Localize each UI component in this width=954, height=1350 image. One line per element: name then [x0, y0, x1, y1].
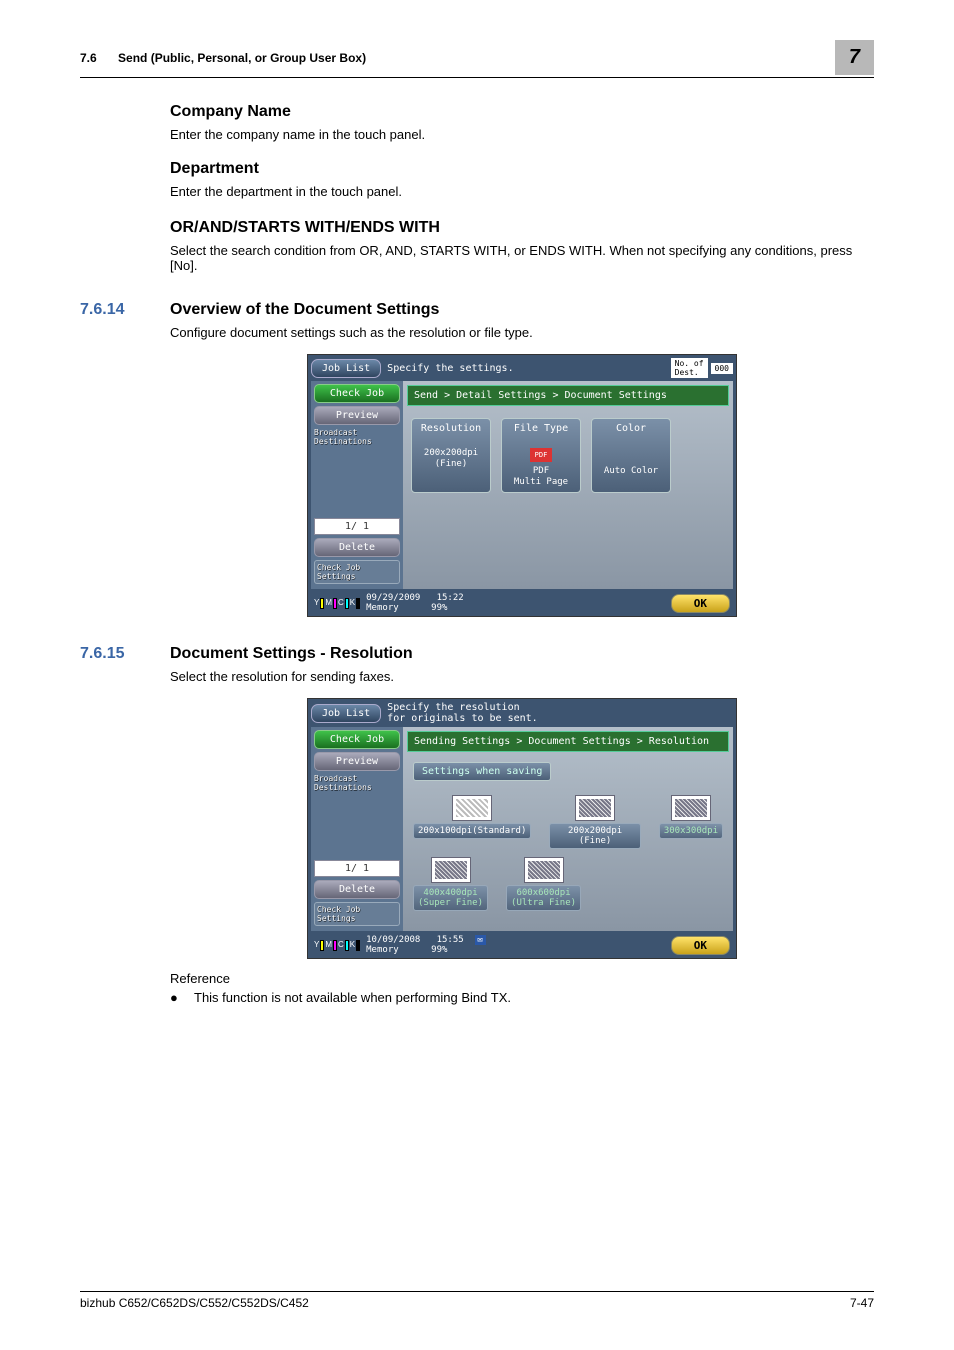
res-label: 200x200dpi (Fine) [549, 823, 640, 849]
section-number-7614: 7.6.14 [80, 301, 170, 319]
ok-button[interactable]: OK [671, 594, 730, 613]
text-company-name: Enter the company name in the touch pane… [170, 127, 874, 142]
screen-instruction: Specify the resolution for originals to … [387, 702, 733, 724]
mail-icon: ✉ [475, 935, 486, 945]
page-indicator: 1/ 1 [314, 860, 400, 877]
preview-button[interactable]: Preview [314, 406, 400, 425]
toner-indicator: Y M C K [314, 940, 360, 951]
text-7614: Configure document settings such as the … [170, 325, 874, 340]
ok-button[interactable]: OK [671, 936, 730, 955]
resolution-icon [671, 795, 711, 821]
screen-instruction: Specify the settings. [387, 363, 667, 374]
res-200x100-option[interactable]: 200x100dpi(Standard) [413, 795, 531, 849]
res-label: 300x300dpi [659, 823, 723, 839]
pdf-icon: PDF [530, 448, 552, 462]
footer-model: bizhub C652/C652DS/C552/C552DS/C452 [80, 1296, 309, 1310]
text-or-and: Select the search condition from OR, AND… [170, 243, 874, 273]
resolution-tile[interactable]: Resolution 200x200dpi (Fine) [411, 418, 491, 493]
preview-button[interactable]: Preview [314, 752, 400, 771]
delete-button[interactable]: Delete [314, 538, 400, 557]
broadcast-label: Broadcast Destinations [314, 774, 400, 792]
breadcrumb: Sending Settings > Document Settings > R… [407, 731, 729, 752]
reference-label: Reference [170, 971, 874, 986]
res-label: 600x600dpi (Ultra Fine) [506, 885, 581, 911]
heading-or-and: OR/AND/STARTS WITH/ENDS WITH [170, 219, 874, 237]
check-job-settings-button[interactable]: Check Job Settings [314, 560, 400, 584]
tile-value: PDF Multi Page [502, 466, 580, 488]
toner-indicator: Y M C K [314, 598, 360, 609]
dest-count-value: 000 [711, 363, 733, 374]
text-department: Enter the department in the touch panel. [170, 184, 874, 199]
status-bar: 10/09/2008 15:55 ✉ Memory 99% [366, 935, 671, 955]
job-list-button[interactable]: Job List [311, 704, 381, 723]
page-footer: bizhub C652/C652DS/C552/C552DS/C452 7-47 [80, 1291, 874, 1310]
check-job-settings-button[interactable]: Check Job Settings [314, 902, 400, 926]
res-label: 200x100dpi(Standard) [413, 823, 531, 839]
resolution-icon [431, 857, 471, 883]
resolution-icon [524, 857, 564, 883]
file-type-tile[interactable]: File Type PDF PDF Multi Page [501, 418, 581, 493]
section-number-7615: 7.6.15 [80, 645, 170, 663]
tile-title: Color [592, 423, 670, 434]
chapter-number-tab: 7 [835, 40, 874, 75]
dest-count-label: No. of Dest. [671, 358, 708, 378]
header-section-title: Send (Public, Personal, or Group User Bo… [118, 51, 366, 65]
tile-value: Auto Color [592, 466, 670, 477]
screenshot-resolution: Job List Specify the resolution for orig… [307, 698, 737, 959]
page-indicator: 1/ 1 [314, 518, 400, 535]
tile-title: File Type [502, 423, 580, 434]
status-bar: 09/29/2009 15:22 Memory 99% [366, 593, 671, 613]
screenshot-document-settings: Job List Specify the settings. No. of De… [307, 354, 737, 617]
footer-page-number: 7-47 [850, 1296, 874, 1310]
tile-value: 200x200dpi (Fine) [412, 448, 490, 470]
section-title-7614: Overview of the Document Settings [170, 301, 439, 319]
tile-title: Resolution [412, 423, 490, 434]
res-400x400-option[interactable]: 400x400dpi (Super Fine) [413, 857, 488, 911]
settings-when-saving-button[interactable]: Settings when saving [413, 762, 551, 781]
res-200x200-option[interactable]: 200x200dpi (Fine) [549, 795, 640, 849]
breadcrumb: Send > Detail Settings > Document Settin… [407, 385, 729, 406]
delete-button[interactable]: Delete [314, 880, 400, 899]
running-header: 7.6 Send (Public, Personal, or Group Use… [80, 40, 874, 78]
resolution-icon [452, 795, 492, 821]
bullet-icon: ● [170, 990, 194, 1005]
res-300x300-option[interactable]: 300x300dpi [659, 795, 723, 849]
res-600x600-option[interactable]: 600x600dpi (Ultra Fine) [506, 857, 581, 911]
section-title-7615: Document Settings - Resolution [170, 645, 413, 663]
reference-text: This function is not available when perf… [194, 990, 511, 1005]
check-job-button[interactable]: Check Job [314, 384, 400, 403]
color-tile[interactable]: Color Auto Color [591, 418, 671, 493]
check-job-button[interactable]: Check Job [314, 730, 400, 749]
broadcast-label: Broadcast Destinations [314, 428, 400, 446]
res-label: 400x400dpi (Super Fine) [413, 885, 488, 911]
resolution-icon [575, 795, 615, 821]
heading-department: Department [170, 160, 874, 178]
header-section-number: 7.6 [80, 51, 97, 65]
text-7615: Select the resolution for sending faxes. [170, 669, 874, 684]
job-list-button[interactable]: Job List [311, 359, 381, 378]
heading-company-name: Company Name [170, 103, 874, 121]
